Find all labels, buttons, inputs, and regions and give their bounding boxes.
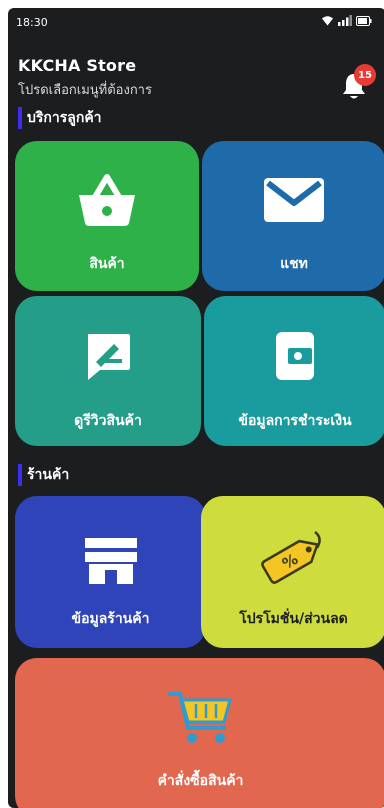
status-time: 18:30 [16, 16, 48, 29]
notification-badge: 15 [354, 64, 376, 86]
shopping-cart-icon [167, 692, 232, 743]
section-marker [18, 107, 22, 129]
wifi-icon [322, 16, 333, 26]
section-title: ร้านค้า [27, 467, 70, 483]
section-title: บริการลูกค้า [27, 110, 102, 126]
reviews-label: ดูรีวิวสินค้า [74, 413, 142, 429]
signal-icon [338, 15, 352, 26]
section-store: ร้านค้า [18, 463, 69, 487]
store-info-label: ข้อมูลร้านค้า [71, 611, 150, 627]
storefront-icon [84, 538, 137, 584]
promotions-tile[interactable]: % โปรโมชั่น/ส่วนลด [201, 496, 384, 648]
chat-label: แชท [280, 256, 308, 272]
menu-prompt: โปรดเลือกเมนูที่ต้องการ [18, 83, 152, 98]
reviews-tile[interactable]: ดูรีวิวสินค้า [15, 296, 201, 446]
store-name: KKCHA Store [18, 56, 137, 75]
envelope-icon [264, 178, 324, 222]
edit-review-icon [88, 334, 130, 380]
basket-icon [79, 174, 135, 226]
payment-info-label: ข้อมูลการชำระเงิน [238, 413, 352, 429]
products-label: สินค้า [89, 256, 125, 272]
section-customer-service: บริการลูกค้า [18, 106, 102, 130]
section-marker [18, 464, 22, 486]
status-bar: 18:30 [8, 8, 384, 34]
products-tile[interactable]: สินค้า [15, 141, 199, 291]
chat-tile[interactable]: แชท [202, 141, 384, 291]
orders-label: คำสั่งซื้อสินค้า [157, 773, 244, 789]
payment-info-tile[interactable]: ข้อมูลการชำระเงิน [204, 296, 384, 446]
store-info-tile[interactable]: ข้อมูลร้านค้า [15, 496, 206, 648]
discount-tag-icon: % [260, 531, 321, 584]
promotions-label: โปรโมชั่น/ส่วนลด [239, 611, 348, 627]
wallet-icon [276, 332, 314, 380]
app-screen: 18:30 KKCHA Store โปรดเลือกเมนูที่ต้องกา… [8, 8, 384, 808]
orders-tile[interactable]: คำสั่งซื้อสินค้า [15, 658, 384, 808]
status-icons [321, 15, 372, 26]
battery-icon [356, 15, 372, 26]
